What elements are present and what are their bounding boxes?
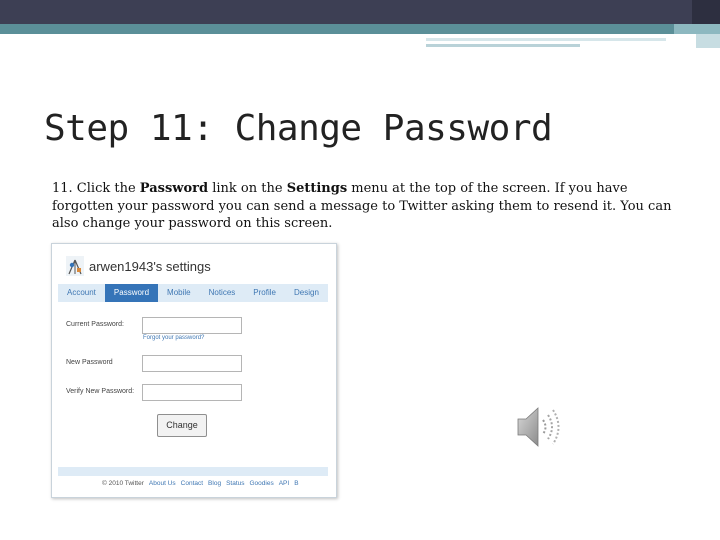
top-bar-end: [692, 0, 720, 24]
top-decorative-bar: [0, 0, 720, 24]
accent-line-2: [426, 44, 580, 47]
new-password-label: New Password: [66, 359, 113, 366]
body-bold-settings: Settings: [286, 181, 348, 196]
twitter-footer: © 2010 Twitter About Us Contact Blog Sta…: [102, 480, 299, 487]
twitter-settings-screenshot: arwen1943's settings Account Password Mo…: [51, 243, 337, 498]
tab-account[interactable]: Account: [58, 284, 105, 302]
teal-accent-line: [0, 24, 720, 34]
tab-profile[interactable]: Profile: [244, 284, 285, 302]
accent-line-1: [426, 38, 666, 41]
verify-password-label: Verify New Password:: [66, 388, 135, 395]
body-middle: link on the: [208, 181, 287, 196]
current-password-label: Current Password:: [66, 321, 124, 328]
settings-tabs: Account Password Mobile Notices Profile …: [58, 284, 328, 302]
settings-header: arwen1943's settings: [66, 254, 211, 278]
forgot-password-link[interactable]: Forgot your password?: [143, 335, 204, 341]
footer-band: [58, 467, 328, 476]
accent-block: [696, 34, 720, 48]
new-password-field[interactable]: [142, 355, 242, 372]
footer-link-b[interactable]: B: [294, 480, 298, 487]
footer-copyright: © 2010 Twitter: [102, 480, 144, 487]
footer-link-goodies[interactable]: Goodies: [250, 480, 274, 487]
tab-password[interactable]: Password: [104, 284, 159, 302]
slide-title: Step 11: Change Password: [44, 108, 553, 149]
slide-body-text: 11. Click the Password link on the Setti…: [52, 180, 692, 233]
tab-design[interactable]: Design: [285, 284, 328, 302]
speaker-icon[interactable]: [512, 402, 568, 452]
settings-title: arwen1943's settings: [89, 258, 211, 274]
footer-link-contact[interactable]: Contact: [181, 480, 203, 487]
footer-link-api[interactable]: API: [279, 480, 289, 487]
tab-notices[interactable]: Notices: [200, 284, 245, 302]
footer-link-blog[interactable]: Blog: [208, 480, 221, 487]
avatar-icon: [66, 256, 84, 276]
teal-accent-end: [674, 24, 720, 34]
current-password-field[interactable]: [142, 317, 242, 334]
footer-link-about[interactable]: About Us: [149, 480, 176, 487]
tab-mobile[interactable]: Mobile: [158, 284, 200, 302]
footer-link-status[interactable]: Status: [226, 480, 244, 487]
change-button[interactable]: Change: [157, 414, 207, 437]
body-bold-password: Password: [139, 181, 209, 196]
body-prefix: 11. Click the: [52, 181, 140, 196]
verify-password-field[interactable]: [142, 384, 242, 401]
